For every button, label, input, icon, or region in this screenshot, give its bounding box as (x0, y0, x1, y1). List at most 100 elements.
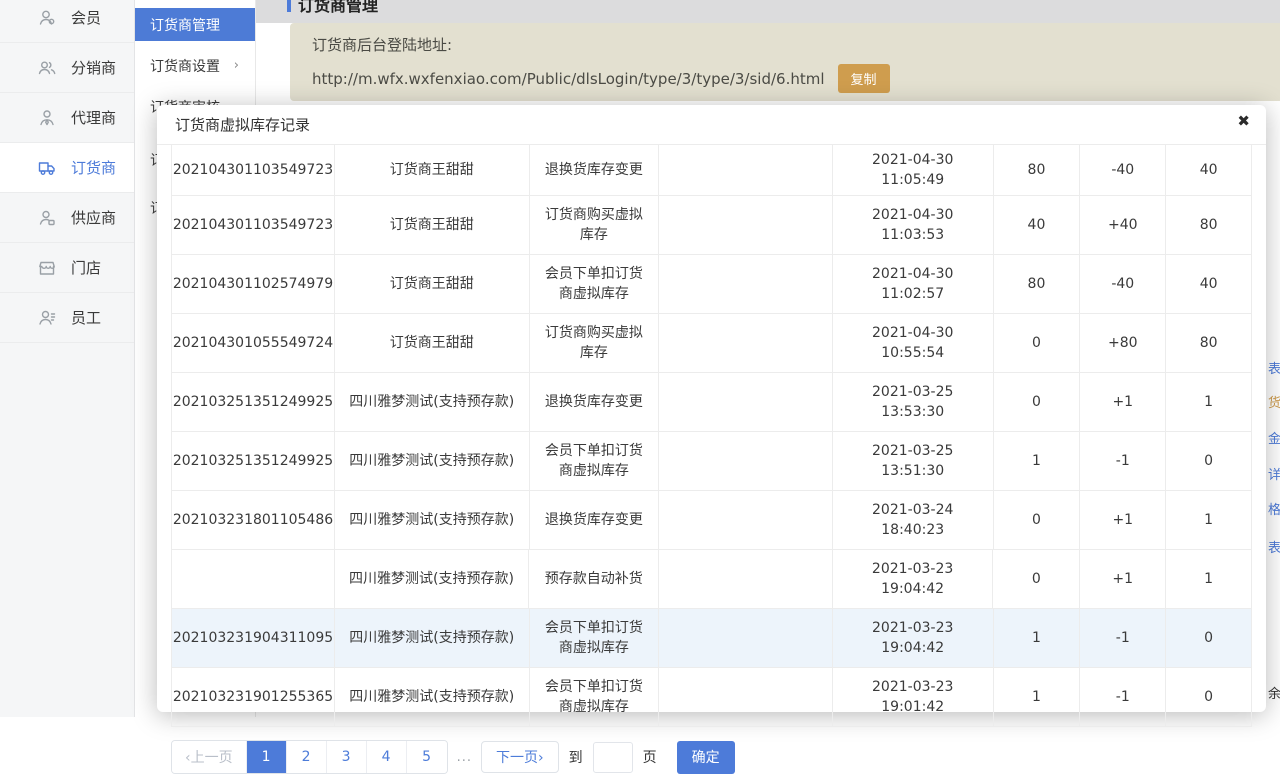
table-cell (659, 373, 833, 431)
supplier-icon (36, 207, 58, 229)
close-icon[interactable]: ✖ (1237, 114, 1250, 129)
background-link-fragment[interactable]: 余 (1268, 683, 1280, 702)
table-cell: -40 (1080, 145, 1166, 195)
staff-icon (36, 307, 58, 329)
prev-page-button[interactable]: ‹上一页 (172, 741, 247, 773)
table-cell: 退换货库存变更 (530, 491, 660, 549)
table-cell: 2021-03-25 13:53:30 (833, 373, 994, 431)
page-button-1[interactable]: 1 (247, 741, 287, 773)
store-icon (36, 257, 58, 279)
table-cell: +1 (1080, 373, 1166, 431)
table-cell: 订货商王甜甜 (335, 255, 530, 313)
modal-title: 订货商虚拟库存记录 (175, 114, 310, 135)
table-cell (659, 432, 833, 490)
submenu-item-manage[interactable]: 订货商管理 (135, 8, 255, 41)
sidebar-item-store[interactable]: 门店 (0, 243, 134, 293)
sidebar-item-orderer[interactable]: 订货商 (0, 143, 134, 193)
table-cell: 四川雅梦测试(支持预存款) (335, 373, 530, 431)
table-cell: 40 (994, 196, 1081, 254)
table-cell: 会员下单扣订货商虚拟库存 (530, 609, 660, 667)
sidebar-item-label: 会员 (71, 7, 101, 28)
modal-table: 202104301103549723订货商王甜甜退换货库存变更2021-04-3… (171, 145, 1252, 727)
table-row: 四川雅梦测试(支持预存款)预存款自动补货2021-03-23 19:04:420… (172, 550, 1252, 609)
title-accent-bar (287, 0, 291, 12)
sidebar-item-label: 分销商 (71, 57, 116, 78)
table-cell: 四川雅梦测试(支持预存款) (335, 550, 530, 608)
table-cell: 0 (1166, 609, 1252, 667)
table-cell (659, 255, 833, 313)
table-cell (659, 314, 833, 372)
background-link-fragment[interactable]: 金 (1268, 428, 1280, 447)
table-row: 202104301055549724订货商王甜甜订货商购买虚拟库存2021-04… (172, 314, 1252, 373)
background-link-fragment[interactable]: 货商 (1268, 392, 1280, 411)
table-cell: 202103231801105486 (172, 491, 335, 549)
table-cell: 2021-03-25 13:51:30 (833, 432, 994, 490)
login-url-text: http://m.wfx.wxfenxiao.com/Public/dlsLog… (312, 70, 825, 88)
goto-page-input[interactable] (593, 742, 633, 773)
next-page-button[interactable]: 下一页› (481, 741, 559, 773)
page-button-5[interactable]: 5 (407, 741, 447, 773)
table-row: 202104301103549723订货商王甜甜订货商购买虚拟库存2021-04… (172, 196, 1252, 255)
page-button-3[interactable]: 3 (327, 741, 367, 773)
copy-button[interactable]: 复制 (838, 64, 890, 93)
table-cell: 0 (994, 491, 1081, 549)
table-cell: 预存款自动补货 (529, 550, 659, 608)
table-cell: -40 (1080, 255, 1166, 313)
sidebar-item-label: 订货商 (71, 157, 116, 178)
table-cell: 订货商购买虚拟库存 (530, 314, 660, 372)
table-cell: -1 (1080, 432, 1166, 490)
member-icon (36, 7, 58, 29)
pagination-group: ‹上一页 1 2 3 4 5 (171, 740, 448, 774)
pagination: ‹上一页 1 2 3 4 5 ... 下一页› 到 页 确定 (171, 740, 1266, 774)
background-link-fragment[interactable]: 表 (1268, 358, 1280, 377)
sidebar-item-distributor[interactable]: 分销商 (0, 43, 134, 93)
sidebar-item-label: 代理商 (71, 107, 116, 128)
submenu-item-settings[interactable]: 订货商设置 › (135, 49, 255, 82)
table-cell (659, 145, 833, 195)
table-cell: 四川雅梦测试(支持预存款) (335, 491, 530, 549)
table-cell: 1 (994, 609, 1081, 667)
table-cell: 2021-03-23 19:01:42 (833, 668, 994, 726)
login-address-box: 订货商后台登陆地址: http://m.wfx.wxfenxiao.com/Pu… (290, 23, 1280, 101)
table-row: 202103231904311095四川雅梦测试(支持预存款)会员下单扣订货商虚… (172, 609, 1252, 668)
table-cell (659, 491, 833, 549)
table-cell: 四川雅梦测试(支持预存款) (335, 432, 530, 490)
table-cell: 0 (1166, 668, 1252, 726)
table-cell: 202104301102574979 (172, 255, 335, 313)
sidebar-item-supplier[interactable]: 供应商 (0, 193, 134, 243)
pagination-ellipsis: ... (457, 750, 472, 765)
page-button-4[interactable]: 4 (367, 741, 407, 773)
table-row: 202103251351249925四川雅梦测试(支持预存款)会员下单扣订货商虚… (172, 432, 1252, 491)
table-cell: 80 (1166, 196, 1252, 254)
modal-header: 订货商虚拟库存记录 ✖ (157, 105, 1266, 145)
sidebar-item-staff[interactable]: 员工 (0, 293, 134, 343)
page-button-2[interactable]: 2 (287, 741, 327, 773)
login-address-label: 订货商后台登陆地址: (312, 34, 1280, 55)
distributor-icon (36, 57, 58, 79)
virtual-stock-record-modal: 订货商虚拟库存记录 ✖ 202104301103549723订货商王甜甜退换货库… (157, 105, 1266, 712)
table-cell: +80 (1080, 314, 1166, 372)
table-cell: 202103251351249925 (172, 432, 335, 490)
table-cell: 订货商王甜甜 (335, 145, 530, 195)
background-link-fragment[interactable]: 格 (1268, 499, 1280, 518)
page-unit-label: 页 (643, 747, 657, 767)
table-row: 202103231901255365四川雅梦测试(支持预存款)会员下单扣订货商虚… (172, 668, 1252, 727)
table-cell: 2021-03-24 18:40:23 (833, 491, 994, 549)
sidebar-item-label: 供应商 (71, 207, 116, 228)
submenu-item-label: 订货商管理 (150, 15, 220, 35)
confirm-button[interactable]: 确定 (677, 741, 735, 774)
table-cell: 80 (1166, 314, 1252, 372)
sidebar-item-agent[interactable]: 代理商 (0, 93, 134, 143)
background-link-fragment[interactable]: 详 (1268, 464, 1280, 483)
table-cell: -1 (1080, 668, 1166, 726)
page-title: 订货商管理 (287, 0, 378, 16)
sidebar-item-member[interactable]: 会员 (0, 0, 134, 43)
table-cell: 1 (1166, 550, 1252, 608)
table-cell: 会员下单扣订货商虚拟库存 (530, 255, 660, 313)
agent-icon (36, 107, 58, 129)
table-cell: +1 (1080, 550, 1166, 608)
table-cell: 202104301055549724 (172, 314, 335, 372)
table-cell: 订货商王甜甜 (335, 196, 530, 254)
orderer-icon (36, 157, 58, 179)
background-link-fragment[interactable]: 表 (1268, 537, 1280, 556)
